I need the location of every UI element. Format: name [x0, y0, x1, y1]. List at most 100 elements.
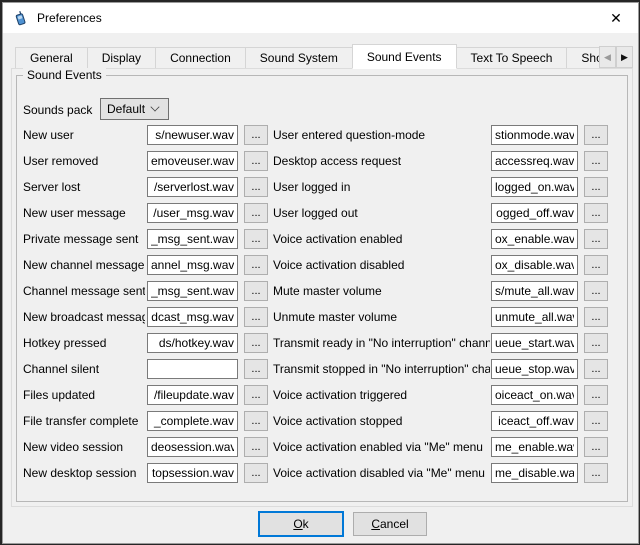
browse-button[interactable]: ... — [244, 385, 268, 405]
sound-event-label: Transmit ready in "No interruption" chan… — [273, 336, 490, 350]
preferences-dialog: Preferences ✕ General Display Connection… — [2, 2, 639, 544]
sound-file-input[interactable] — [147, 359, 238, 379]
sound-event-row: Private message sent ... Voice activatio… — [3, 228, 640, 254]
sounds-pack-select[interactable]: Default — [100, 98, 169, 120]
sound-file-input[interactable] — [147, 177, 238, 197]
browse-button[interactable]: ... — [244, 203, 268, 223]
sound-file-input[interactable] — [491, 359, 578, 379]
browse-button[interactable]: ... — [244, 281, 268, 301]
sound-file-input[interactable] — [147, 281, 238, 301]
sound-file-input[interactable] — [491, 385, 578, 405]
sound-file-input[interactable] — [491, 307, 578, 327]
browse-button[interactable]: ... — [244, 411, 268, 431]
browse-button[interactable]: ... — [244, 151, 268, 171]
tab-scroll-right-icon[interactable]: ▶ — [616, 46, 633, 68]
sound-event-label: Voice activation disabled via "Me" menu — [273, 466, 490, 480]
tab-scroll-left-icon[interactable]: ◀ — [599, 46, 616, 68]
browse-button[interactable]: ... — [584, 229, 608, 249]
close-icon[interactable]: ✕ — [598, 3, 634, 33]
sound-event-label: New broadcast message — [23, 310, 145, 324]
browse-button[interactable]: ... — [584, 281, 608, 301]
sound-event-label: Transmit stopped in "No interruption" ch… — [273, 362, 490, 376]
browse-button[interactable]: ... — [584, 125, 608, 145]
sound-event-label: Unmute master volume — [273, 310, 490, 324]
tab-1[interactable]: Display — [87, 47, 156, 69]
tab-3[interactable]: Sound System — [245, 47, 353, 69]
browse-button[interactable]: ... — [244, 359, 268, 379]
sound-event-label: New user — [23, 128, 145, 142]
sound-event-row: New video session ... Voice activation e… — [3, 436, 640, 462]
browse-button[interactable]: ... — [584, 333, 608, 353]
app-icon — [12, 10, 28, 26]
sound-file-input[interactable] — [491, 177, 578, 197]
sounds-pack-value: Default — [101, 102, 151, 116]
sound-file-input[interactable] — [147, 125, 238, 145]
sound-file-input[interactable] — [491, 125, 578, 145]
sound-event-label: Channel message sent — [23, 284, 145, 298]
window-title: Preferences — [37, 11, 102, 25]
browse-button[interactable]: ... — [244, 229, 268, 249]
ok-button[interactable]: Ok — [258, 511, 344, 537]
chevron-down-icon — [150, 102, 159, 111]
browse-button[interactable]: ... — [244, 333, 268, 353]
sound-file-input[interactable] — [147, 437, 238, 457]
sound-file-input[interactable] — [147, 203, 238, 223]
sound-event-label: User entered question-mode — [273, 128, 490, 142]
sound-file-input[interactable] — [147, 411, 238, 431]
sound-file-input[interactable] — [147, 151, 238, 171]
sound-file-input[interactable] — [491, 229, 578, 249]
sound-file-input[interactable] — [147, 229, 238, 249]
browse-button[interactable]: ... — [244, 125, 268, 145]
browse-button[interactable]: ... — [244, 255, 268, 275]
sound-event-label: Desktop access request — [273, 154, 490, 168]
sound-file-input[interactable] — [147, 255, 238, 275]
tab-4[interactable]: Sound Events — [352, 44, 457, 69]
sound-event-label: Channel silent — [23, 362, 145, 376]
browse-button[interactable]: ... — [584, 437, 608, 457]
sound-event-row: Channel silent ... Transmit stopped in "… — [3, 358, 640, 384]
sound-event-row: Files updated ... Voice activation trigg… — [3, 384, 640, 410]
browse-button[interactable]: ... — [584, 359, 608, 379]
sound-event-row: New desktop session ... Voice activation… — [3, 462, 640, 488]
tab-2[interactable]: Connection — [155, 47, 246, 69]
sound-file-input[interactable] — [491, 437, 578, 457]
sound-event-label: Voice activation enabled via "Me" menu — [273, 440, 490, 454]
sound-file-input[interactable] — [147, 333, 238, 353]
sound-file-input[interactable] — [147, 385, 238, 405]
sound-event-label: File transfer complete — [23, 414, 145, 428]
browse-button[interactable]: ... — [244, 437, 268, 457]
sound-file-input[interactable] — [491, 281, 578, 301]
sound-file-input[interactable] — [491, 255, 578, 275]
sound-file-input[interactable] — [491, 203, 578, 223]
sound-event-label: Hotkey pressed — [23, 336, 145, 350]
browse-button[interactable]: ... — [584, 203, 608, 223]
tab-5[interactable]: Text To Speech — [456, 47, 568, 69]
sound-file-input[interactable] — [491, 151, 578, 171]
sound-event-label: User logged in — [273, 180, 490, 194]
browse-button[interactable]: ... — [584, 463, 608, 483]
sound-event-label: Voice activation stopped — [273, 414, 490, 428]
browse-button[interactable]: ... — [244, 177, 268, 197]
tab-0[interactable]: General — [15, 47, 88, 69]
browse-button[interactable]: ... — [584, 255, 608, 275]
sound-event-label: Server lost — [23, 180, 145, 194]
sound-event-label: New video session — [23, 440, 145, 454]
sound-file-input[interactable] — [147, 463, 238, 483]
browse-button[interactable]: ... — [584, 411, 608, 431]
sound-file-input[interactable] — [491, 411, 578, 431]
sound-event-row: Channel message sent ... Mute master vol… — [3, 280, 640, 306]
groupbox-label: Sound Events — [23, 68, 106, 82]
sound-event-row: User removed ... Desktop access request … — [3, 150, 640, 176]
sound-file-input[interactable] — [491, 463, 578, 483]
browse-button[interactable]: ... — [244, 307, 268, 327]
cancel-button[interactable]: Cancel — [353, 512, 427, 536]
browse-button[interactable]: ... — [584, 307, 608, 327]
sound-event-row: New broadcast message ... Unmute master … — [3, 306, 640, 332]
browse-button[interactable]: ... — [584, 177, 608, 197]
sound-event-label: User removed — [23, 154, 145, 168]
browse-button[interactable]: ... — [244, 463, 268, 483]
sound-file-input[interactable] — [147, 307, 238, 327]
browse-button[interactable]: ... — [584, 385, 608, 405]
browse-button[interactable]: ... — [584, 151, 608, 171]
sound-file-input[interactable] — [491, 333, 578, 353]
